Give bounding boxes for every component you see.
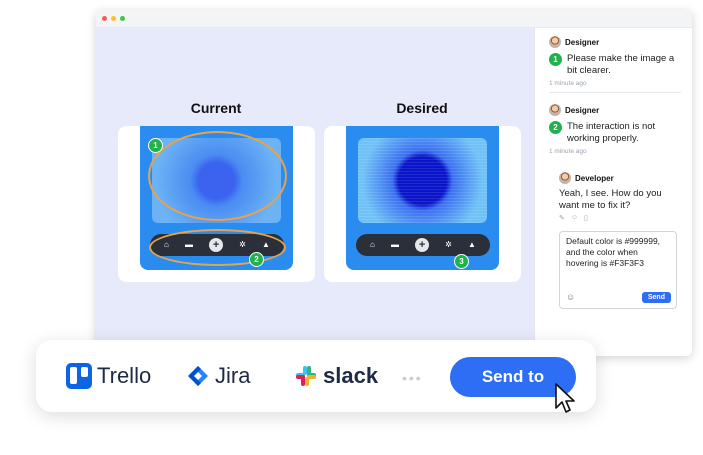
comment-author: Designer <box>549 104 681 116</box>
comment-text: The interaction is not working properly. <box>567 121 656 144</box>
desired-nav-bar: ⌂ ▬ + ✲ ▲ <box>356 234 490 256</box>
slack-label: slack <box>323 363 379 388</box>
reply-thread: Developer Yeah, I see. How do you want m… <box>559 172 679 222</box>
integration-bar: Trello Jira slack ••• Send to <box>36 340 596 412</box>
comment-thread-2: Designer 2 The interaction is not workin… <box>549 104 681 155</box>
design-canvas: Current Desired ⌂ ▬ + ✲ ▲ 1 2 ⌂ ▬ + ✲ ▲ … <box>96 28 534 356</box>
home-icon: ⌂ <box>370 240 375 249</box>
trello-logo-icon <box>66 363 92 389</box>
gear-icon: ✲ <box>445 240 452 249</box>
reply-input-value[interactable]: Default color is #999999, and the color … <box>560 232 676 273</box>
current-title: Current <box>190 100 242 116</box>
jira-option[interactable]: Jira <box>186 340 250 412</box>
folder-icon: ▬ <box>390 240 399 249</box>
reply-author: Developer <box>559 172 679 184</box>
comment-number-badge: 2 <box>549 121 562 134</box>
annotation-ellipse-1[interactable] <box>148 131 287 221</box>
send-button[interactable]: Send <box>641 292 671 303</box>
comment-time: 1 minute ago <box>549 80 587 87</box>
comment-thread-1: Designer 1 Please make the image a bit c… <box>549 36 681 93</box>
emoji-icon[interactable]: ☺ <box>566 292 575 302</box>
comment-author: Designer <box>549 36 681 48</box>
desired-image <box>358 138 487 223</box>
jira-label: Jira <box>215 363 251 388</box>
reply-author-name: Developer <box>575 173 614 183</box>
plus-icon: + <box>415 238 430 252</box>
title-bar <box>96 10 692 28</box>
slack-logo-icon <box>296 366 316 386</box>
trello-label: Trello <box>97 363 152 388</box>
comment-text: Please make the image a bit clearer. <box>567 53 675 76</box>
desired-phone-mockup: ⌂ ▬ + ✲ ▲ <box>346 126 499 270</box>
bell-icon: ▲ <box>467 240 476 249</box>
annotation-marker-1[interactable]: 1 <box>148 138 163 153</box>
trash-icon[interactable]: ▯ <box>584 214 588 222</box>
avatar <box>559 172 571 184</box>
emoji-icon[interactable]: ☺ <box>571 214 578 222</box>
browser-window: Current Desired ⌂ ▬ + ✲ ▲ 1 2 ⌂ ▬ + ✲ ▲ … <box>96 10 692 356</box>
reply-text: Yeah, I see. How do you want me to fix i… <box>559 188 662 211</box>
avatar <box>549 36 561 48</box>
comment-author-name: Designer <box>565 37 600 47</box>
reply-input[interactable]: Default color is #999999, and the color … <box>559 231 677 309</box>
slack-option[interactable]: slack <box>294 340 378 412</box>
comment-body: 1 Please make the image a bit clearer. <box>549 53 681 77</box>
edit-icon[interactable]: ✎ <box>559 214 565 222</box>
jira-logo-icon <box>188 366 208 386</box>
comment-divider <box>549 92 681 93</box>
reply-actions: ✎ ☺ ▯ <box>559 214 679 222</box>
comment-body: 2 The interaction is not working properl… <box>549 121 681 145</box>
minimize-dot[interactable] <box>111 16 116 21</box>
annotation-ellipse-2[interactable] <box>149 229 286 266</box>
comment-number-badge: 1 <box>549 53 562 66</box>
avatar <box>549 104 561 116</box>
trello-option[interactable]: Trello <box>66 340 151 412</box>
desired-card[interactable]: ⌂ ▬ + ✲ ▲ 3 <box>324 126 521 282</box>
comment-author-name: Designer <box>565 105 600 115</box>
close-dot[interactable] <box>102 16 107 21</box>
more-integrations-icon[interactable]: ••• <box>402 370 423 386</box>
current-card[interactable]: ⌂ ▬ + ✲ ▲ 1 2 <box>118 126 315 282</box>
annotation-marker-2[interactable]: 2 <box>249 252 264 267</box>
mouse-pointer-icon <box>555 383 575 413</box>
annotation-marker-3[interactable]: 3 <box>454 254 469 269</box>
desired-title: Desired <box>396 100 448 116</box>
maximize-dot[interactable] <box>120 16 125 21</box>
comment-time: 1 minute ago <box>549 148 587 155</box>
stage: Current Desired ⌂ ▬ + ✲ ▲ 1 2 ⌂ ▬ + ✲ ▲ … <box>0 0 703 455</box>
comment-sidebar: Designer 1 Please make the image a bit c… <box>534 28 692 356</box>
